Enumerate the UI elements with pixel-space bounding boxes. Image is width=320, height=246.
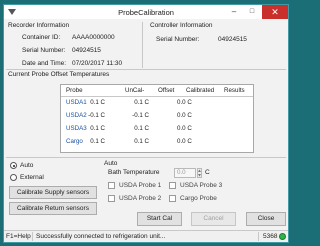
- offset-value: 0.1 C: [134, 99, 149, 106]
- usda-probe-3-checkbox[interactable]: [169, 182, 176, 189]
- controller-serial-value: 04924515: [218, 36, 247, 43]
- offset-value: -0.1 C: [132, 112, 149, 119]
- usda-probe-1-checkbox[interactable]: [108, 182, 115, 189]
- column-header-probe: Probe: [66, 87, 83, 94]
- column-header-offset: Offset: [158, 87, 175, 94]
- start-cal-button[interactable]: Start Cal: [137, 212, 182, 226]
- auto-radio-label[interactable]: Auto: [20, 162, 33, 169]
- calibrated-value: 0.0 C: [177, 112, 192, 119]
- status-message: Successfully connected to refrigeration …: [36, 233, 166, 240]
- usda-probe-2-label[interactable]: USDA Probe 2: [119, 195, 161, 202]
- uncal-value: 0.1 C: [90, 125, 105, 132]
- uncal-value: 0.1 C: [90, 138, 105, 145]
- bath-temperature-input[interactable]: 0.0: [174, 168, 196, 178]
- offset-value: 0.1 C: [134, 125, 149, 132]
- date-time-label: Date and Time:: [22, 60, 67, 67]
- probe-offset-table: Probe UnCal- Offset Calibrated Results U…: [60, 84, 254, 153]
- usda-probe-1-label[interactable]: USDA Probe 1: [119, 182, 161, 189]
- status-bar: F1=Help Successfully connected to refrig…: [4, 230, 288, 242]
- bath-temperature-unit: C: [205, 169, 210, 176]
- cargo-probe-checkbox[interactable]: [169, 195, 176, 202]
- recorder-serial-label: Serial Number:: [22, 47, 66, 54]
- uncal-value: 0.1 C: [90, 99, 105, 106]
- group-divider: [142, 22, 143, 68]
- column-header-calibrated: Calibrated: [186, 87, 215, 94]
- help-hint: F1=Help: [6, 233, 31, 240]
- calibrate-supply-button[interactable]: Calibrate Supply sensors: [9, 186, 97, 199]
- controller-serial-label: Serial Number:: [156, 36, 200, 43]
- recorder-serial-value: 04924515: [72, 47, 101, 54]
- usda-probe-2-checkbox[interactable]: [108, 195, 115, 202]
- status-divider: [32, 232, 33, 241]
- usda-probe-3-label[interactable]: USDA Probe 3: [180, 182, 222, 189]
- external-radio-label[interactable]: External: [20, 174, 44, 181]
- calibrated-value: 0.0 C: [177, 138, 192, 145]
- header-divider: [61, 96, 253, 97]
- offsets-group-title: Current Probe Offset Temperatures: [8, 71, 110, 78]
- external-radio[interactable]: [10, 174, 17, 181]
- probe-name: USDA2: [66, 112, 87, 119]
- uncal-value: -0.1 C: [88, 112, 105, 119]
- title-bar: ProbeCalibration – □ ✕: [4, 5, 288, 19]
- table-row[interactable]: Cargo 0.1 C 0.1 C 0.0 C: [61, 137, 253, 148]
- auto-group-title: Auto: [104, 160, 118, 167]
- container-id-value: AAAA0000000: [72, 34, 115, 41]
- bath-temperature-label: Bath Temperature: [108, 169, 160, 176]
- offset-value: 0.1 C: [134, 138, 149, 145]
- close-window-button[interactable]: ✕: [262, 5, 288, 19]
- table-row[interactable]: USDA3 0.1 C 0.1 C 0.0 C: [61, 124, 253, 135]
- table-row[interactable]: USDA2 -0.1 C -0.1 C 0.0 C: [61, 111, 253, 122]
- minimize-button[interactable]: –: [226, 5, 242, 19]
- cargo-probe-label[interactable]: Cargo Probe: [180, 195, 217, 202]
- bath-temperature-stepper[interactable]: [197, 168, 202, 178]
- calibrate-return-button[interactable]: Calibrate Return sensors: [9, 202, 97, 215]
- container-id-label: Container ID:: [22, 34, 61, 41]
- section-divider: [6, 157, 286, 158]
- column-header-uncal: UnCal-: [125, 87, 145, 94]
- status-code: 5368: [263, 233, 278, 240]
- calibrated-value: 0.0 C: [177, 99, 192, 106]
- controller-group-title: Controller Information: [150, 22, 213, 29]
- calibrated-value: 0.0 C: [177, 125, 192, 132]
- table-row[interactable]: USDA1 0.1 C 0.1 C 0.0 C: [61, 98, 253, 109]
- auto-radio[interactable]: [10, 162, 17, 169]
- section-divider: [6, 69, 286, 70]
- recorder-group-title: Recorder Information: [8, 22, 70, 29]
- connection-status-icon: [279, 233, 286, 240]
- date-time-value: 07/20/2017 11:30: [72, 60, 123, 67]
- probe-calibration-window: ProbeCalibration – □ ✕ Recorder Informat…: [3, 4, 289, 243]
- close-button[interactable]: Close: [246, 212, 286, 226]
- probe-name: Cargo: [66, 138, 83, 145]
- status-divider: [258, 232, 259, 241]
- probe-name: USDA1: [66, 99, 87, 106]
- spin-arrows-icon: [198, 169, 201, 177]
- cancel-button[interactable]: Cancel: [191, 212, 236, 226]
- probe-name: USDA3: [66, 125, 87, 132]
- column-header-results: Results: [224, 87, 245, 94]
- maximize-button[interactable]: □: [244, 5, 260, 19]
